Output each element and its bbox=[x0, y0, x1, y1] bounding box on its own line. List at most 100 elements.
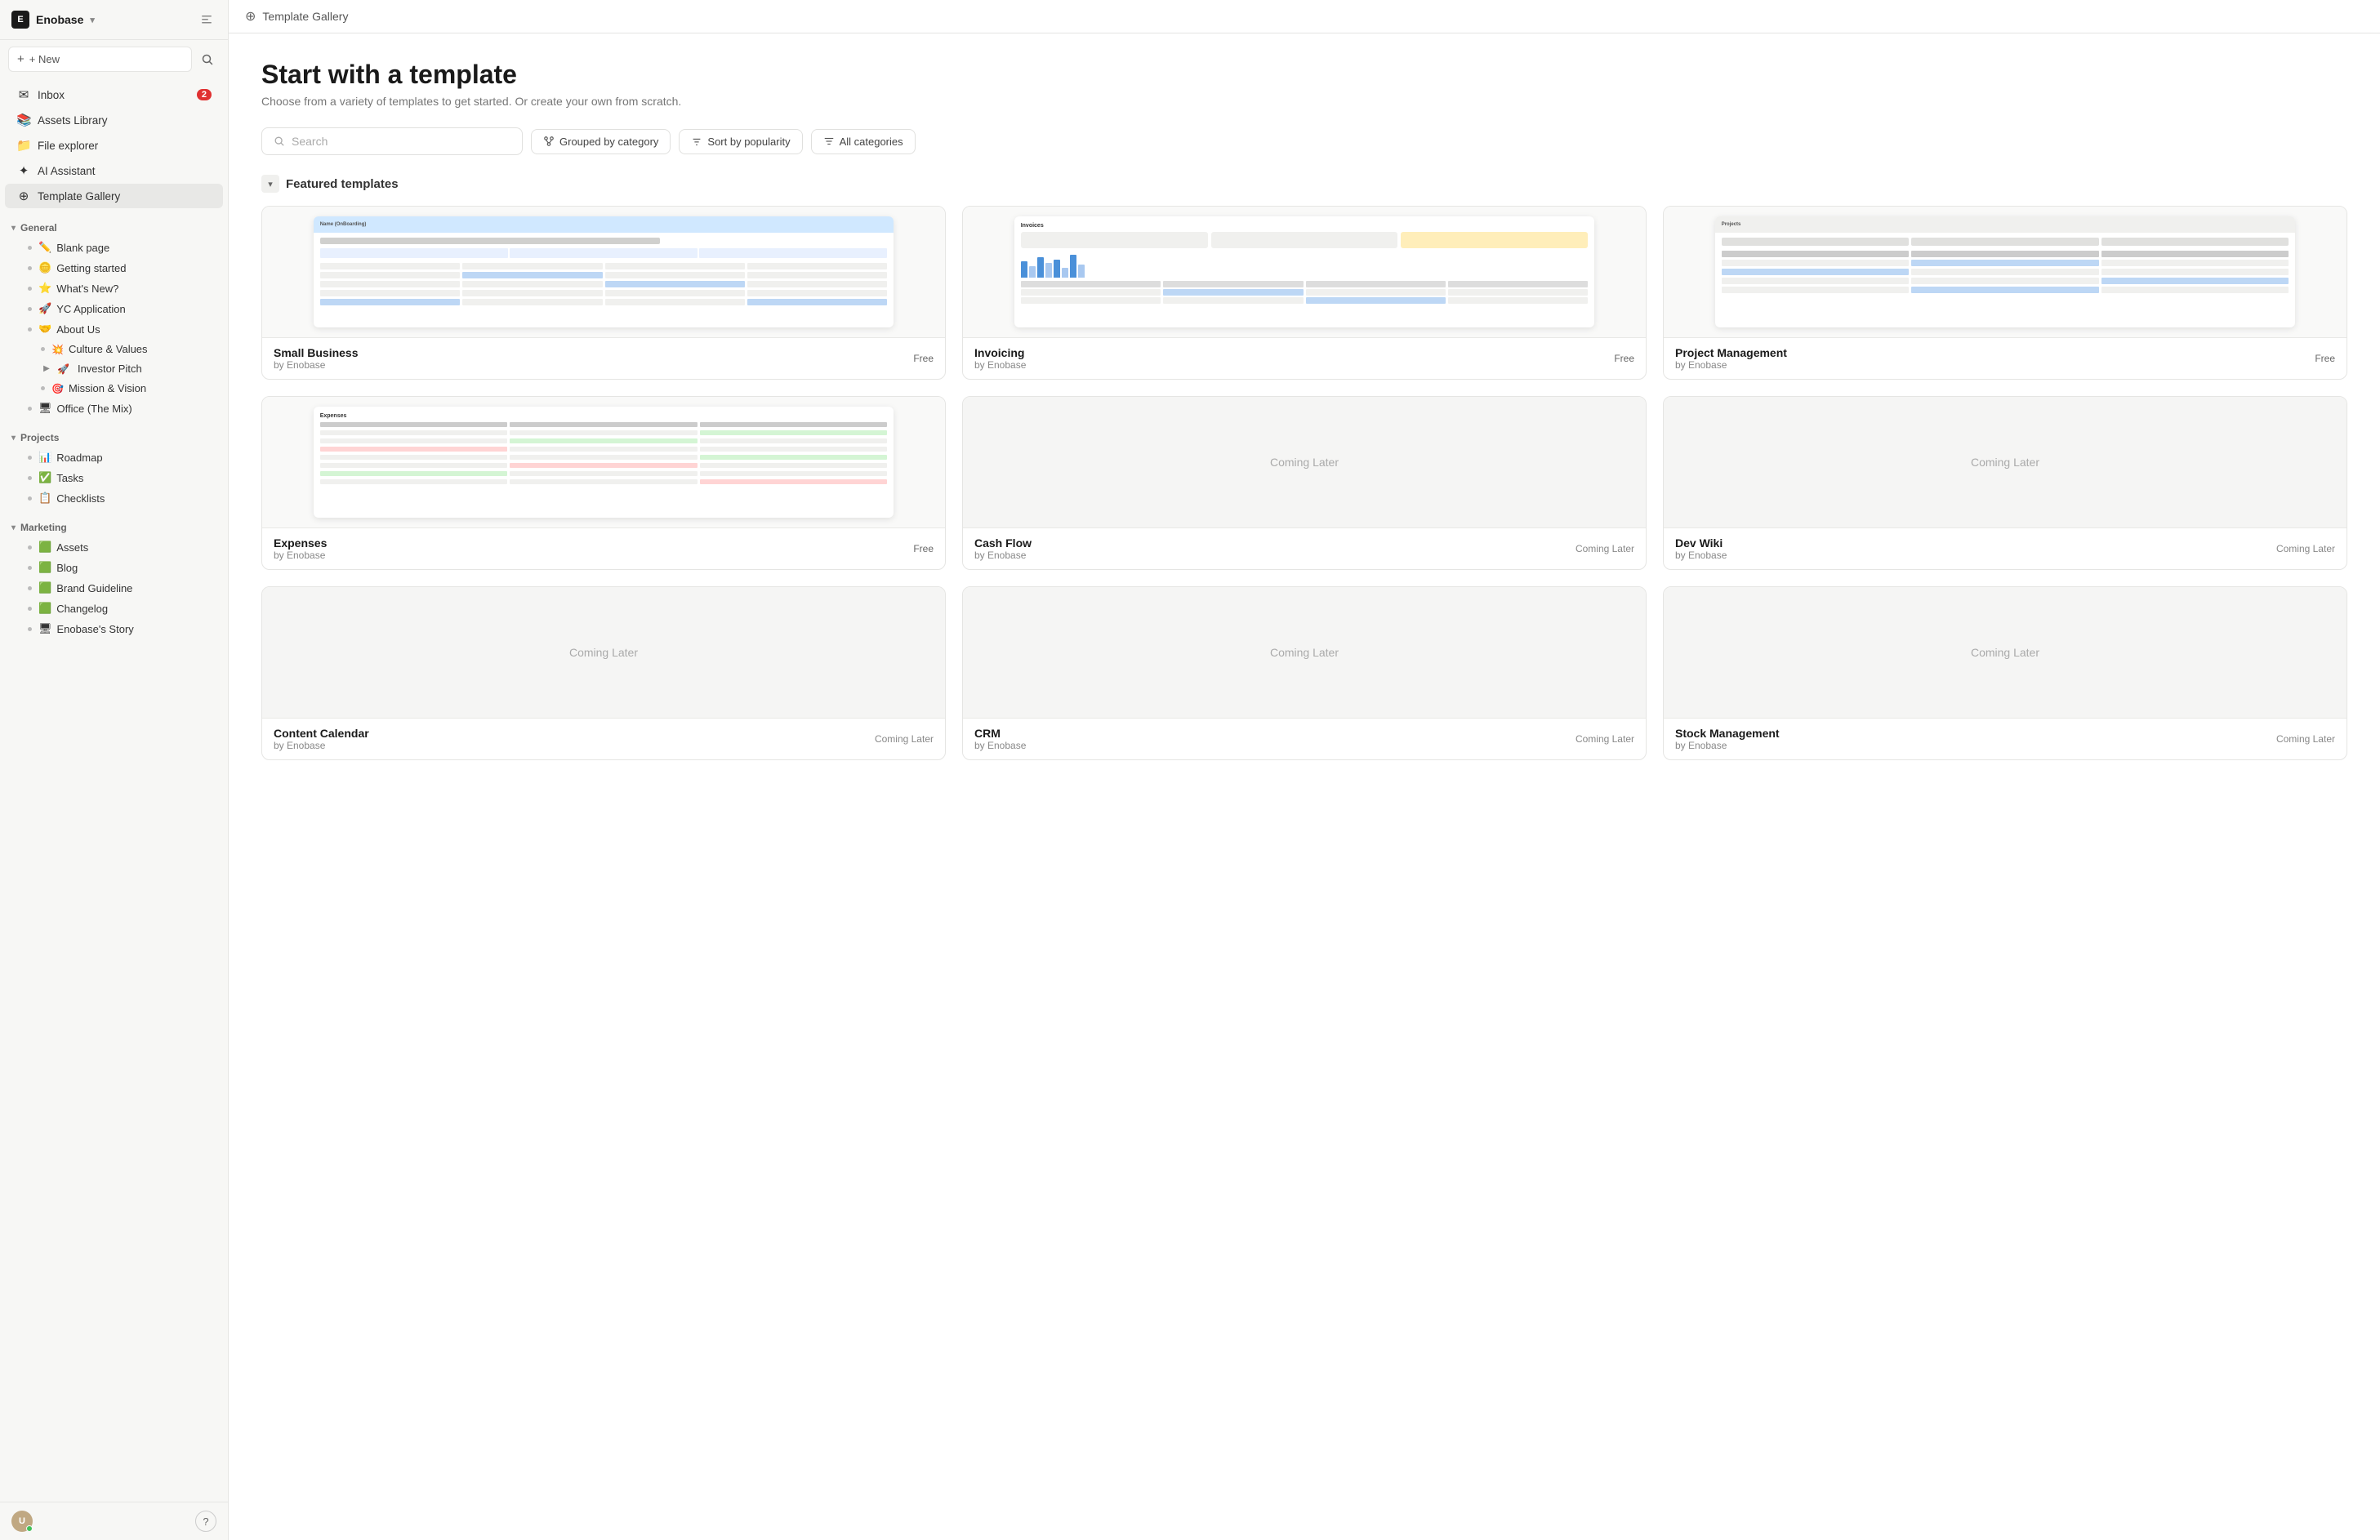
rocket-icon: 🚀 bbox=[38, 302, 51, 315]
page-subtitle: Choose from a variety of templates to ge… bbox=[261, 95, 2347, 108]
workspace-icon: E bbox=[11, 11, 29, 29]
general-section-header[interactable]: ▾ General bbox=[0, 219, 228, 237]
dot-icon bbox=[28, 456, 32, 460]
template-preview-project-management: Projects bbox=[1664, 207, 2347, 337]
filter-icon bbox=[823, 136, 835, 147]
sidebar-item-getting-started[interactable]: 🪙 Getting started bbox=[5, 258, 223, 278]
template-badge: Coming Later bbox=[2276, 543, 2335, 554]
sidebar-item-changelog[interactable]: 🟩 Changelog bbox=[5, 599, 223, 618]
template-footer-stock-management: Stock Management by Enobase Coming Later bbox=[1664, 718, 2347, 759]
marketing-section-header[interactable]: ▾ Marketing bbox=[0, 519, 228, 536]
template-card-content-calendar[interactable]: Coming Later Content Calendar by Enobase… bbox=[261, 586, 946, 760]
sidebar-item-enobase-story[interactable]: 🖥 Enobase's Story bbox=[5, 619, 223, 639]
coin-icon: 🪙 bbox=[38, 261, 51, 274]
template-card-crm[interactable]: Coming Later CRM by Enobase Coming Later bbox=[962, 586, 1647, 760]
user-avatar[interactable]: U bbox=[11, 1511, 33, 1532]
sidebar-item-tasks[interactable]: ✅ Tasks bbox=[5, 468, 223, 487]
template-author: by Enobase bbox=[1675, 550, 1727, 561]
coming-later-label: Coming Later bbox=[1971, 456, 2039, 469]
sidebar-nav: ✉ Inbox 2 📚 Assets Library 📁 File explor… bbox=[0, 78, 228, 212]
sidebar-item-blank-page[interactable]: ✏️ Blank page bbox=[5, 238, 223, 257]
sidebar-actions: + + New bbox=[0, 40, 228, 78]
sidebar-item-inbox[interactable]: ✉ Inbox 2 bbox=[5, 82, 223, 107]
sidebar-item-assets-library[interactable]: 📚 Assets Library bbox=[5, 108, 223, 132]
template-card-small-business[interactable]: Name (OnBoarding) bbox=[261, 206, 946, 380]
dot-icon bbox=[28, 476, 32, 480]
dot-icon bbox=[41, 347, 45, 351]
sidebar-item-file-explorer[interactable]: 📁 File explorer bbox=[5, 133, 223, 158]
coming-later-label: Coming Later bbox=[569, 646, 638, 659]
dot-icon bbox=[28, 496, 32, 501]
coming-later-label: Coming Later bbox=[1270, 456, 1339, 469]
template-preview-crm: Coming Later bbox=[963, 587, 1646, 718]
dot-icon bbox=[28, 407, 32, 411]
search-bar[interactable]: Search bbox=[261, 127, 523, 155]
projects-section: ▾ Projects 📊 Roadmap ✅ Tasks 📋 Checklist… bbox=[0, 429, 228, 509]
template-badge: Free bbox=[1614, 353, 1634, 364]
inbox-icon: ✉ bbox=[16, 87, 31, 102]
sidebar-item-checklists[interactable]: 📋 Checklists bbox=[5, 488, 223, 508]
topbar: ⊕ Template Gallery bbox=[229, 0, 2380, 33]
new-button[interactable]: + + New bbox=[8, 47, 192, 72]
template-name: Invoicing bbox=[974, 346, 1026, 359]
template-card-stock-management[interactable]: Coming Later Stock Management by Enobase… bbox=[1663, 586, 2347, 760]
template-preview-content-calendar: Coming Later bbox=[262, 587, 945, 718]
sidebar-toggle-button[interactable] bbox=[197, 10, 216, 29]
all-categories-button[interactable]: All categories bbox=[811, 129, 916, 154]
template-card-project-management[interactable]: Projects bbox=[1663, 206, 2347, 380]
edit-icon: ✏️ bbox=[38, 241, 51, 254]
sidebar-item-investor-pitch[interactable]: ▶ 🚀 Investor Pitch bbox=[5, 359, 223, 378]
template-author: by Enobase bbox=[974, 740, 1026, 751]
explode-icon: 💥 bbox=[51, 344, 64, 355]
dot-icon bbox=[28, 307, 32, 311]
template-footer-project-management: Project Management by Enobase Free bbox=[1664, 337, 2347, 379]
template-card-invoicing[interactable]: Invoices bbox=[962, 206, 1647, 380]
globe-icon: ⊕ bbox=[245, 8, 256, 24]
sort-by-popularity-button[interactable]: Sort by popularity bbox=[679, 129, 802, 154]
content-area: Start with a template Choose from a vari… bbox=[229, 33, 2380, 1540]
template-footer-expenses: Expenses by Enobase Free bbox=[262, 527, 945, 569]
sidebar-item-about-us[interactable]: 🤝 About Us bbox=[5, 319, 223, 339]
sidebar-item-blog[interactable]: 🟩 Blog bbox=[5, 558, 223, 577]
sidebar-item-brand-guideline[interactable]: 🟩 Brand Guideline bbox=[5, 578, 223, 598]
projects-section-header[interactable]: ▾ Projects bbox=[0, 429, 228, 447]
sidebar-item-whats-new[interactable]: ⭐ What's New? bbox=[5, 278, 223, 298]
green-square4-icon: 🟩 bbox=[38, 602, 51, 615]
templates-grid: Name (OnBoarding) bbox=[261, 206, 2347, 760]
template-preview-small-business: Name (OnBoarding) bbox=[262, 207, 945, 337]
sidebar-item-ai-assistant[interactable]: ✦ AI Assistant bbox=[5, 158, 223, 183]
dot-icon bbox=[28, 566, 32, 570]
star-icon: ⭐ bbox=[38, 282, 51, 295]
sidebar-item-mission-vision[interactable]: 🎯 Mission & Vision bbox=[5, 379, 223, 398]
clipboard-icon: 📋 bbox=[38, 492, 51, 505]
template-badge: Free bbox=[913, 353, 934, 364]
workspace-name[interactable]: E Enobase ▾ bbox=[11, 11, 95, 29]
sidebar-item-roadmap[interactable]: 📊 Roadmap bbox=[5, 447, 223, 467]
check-icon: ✅ bbox=[38, 471, 51, 484]
sidebar-item-culture-values[interactable]: 💥 Culture & Values bbox=[5, 340, 223, 358]
rocket2-icon: 🚀 bbox=[57, 363, 69, 375]
sidebar-item-template-gallery[interactable]: ⊕ Template Gallery bbox=[5, 184, 223, 208]
sidebar-item-office[interactable]: 🖥 Office (The Mix) bbox=[5, 398, 223, 418]
template-author: by Enobase bbox=[974, 550, 1032, 561]
template-name: Content Calendar bbox=[274, 727, 369, 740]
template-card-expenses[interactable]: Expenses Expenses by Enobase bbox=[261, 396, 946, 570]
template-card-cash-flow[interactable]: Coming Later Cash Flow by Enobase Coming… bbox=[962, 396, 1647, 570]
globe-icon: ⊕ bbox=[16, 189, 31, 203]
grouped-by-category-button[interactable]: Grouped by category bbox=[531, 129, 671, 154]
search-icon bbox=[274, 136, 285, 147]
template-footer-small-business: Small Business by Enobase Free bbox=[262, 337, 945, 379]
sidebar-item-assets-mkt[interactable]: 🟩 Assets bbox=[5, 537, 223, 557]
template-preview-cash-flow: Coming Later bbox=[963, 397, 1646, 527]
template-preview-dev-wiki: Coming Later bbox=[1664, 397, 2347, 527]
template-badge: Coming Later bbox=[1576, 733, 1634, 745]
template-author: by Enobase bbox=[974, 359, 1026, 371]
template-card-dev-wiki[interactable]: Coming Later Dev Wiki by Enobase Coming … bbox=[1663, 396, 2347, 570]
help-button[interactable]: ? bbox=[195, 1511, 216, 1532]
collapse-button[interactable]: ▾ bbox=[261, 175, 279, 193]
marketing-section: ▾ Marketing 🟩 Assets 🟩 Blog 🟩 Brand Guid… bbox=[0, 519, 228, 639]
sidebar-item-yc-application[interactable]: 🚀 YC Application bbox=[5, 299, 223, 318]
folder-icon: 📁 bbox=[16, 138, 31, 153]
topbar-title: Template Gallery bbox=[262, 10, 348, 23]
search-button[interactable] bbox=[195, 47, 220, 72]
